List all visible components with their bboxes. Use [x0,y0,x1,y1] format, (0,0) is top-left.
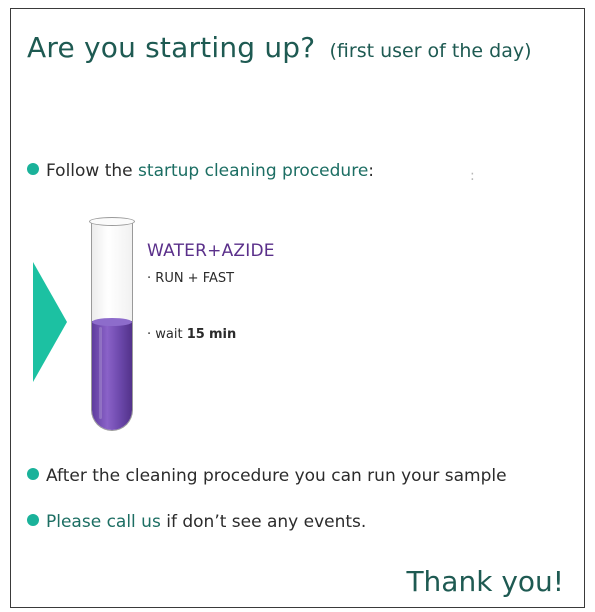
test-tube-icon [91,221,133,431]
run-bullet: · [147,271,152,286]
tube-liquid [92,321,132,430]
bullet-dot-icon [27,514,39,526]
call-us-link[interactable]: Please call us [46,512,161,532]
stray-mark: : [470,168,475,184]
step3-suffix: if don’t see any events. [166,512,367,532]
startup-cleaning-link[interactable]: startup cleaning procedure [138,161,368,181]
thank-you-text: Thank you! [406,565,564,598]
step-call-us: Please call us if don’t see any events. [27,512,366,532]
wait-unit: min [208,327,237,342]
instruction-card: Are you starting up? (first user of the … [10,8,585,608]
run-label: RUN + FAST [155,271,235,286]
play-arrow-icon [33,262,67,382]
title-subtitle: (first user of the day) [329,40,532,62]
step-run-fast: · RUN + FAST [147,271,234,286]
step2-text: After the cleaning procedure you can run… [46,466,507,486]
step1-suffix: : [368,161,375,181]
page-title: Are you starting up? (first user of the … [27,27,532,65]
reagent-label: WATER+AZIDE [147,241,275,261]
step-wait: · wait 15 min [147,327,236,342]
bullet-dot-icon [27,468,39,480]
tube-rim [89,217,135,226]
bullet-dot-icon [27,163,39,175]
wait-prefix: · wait [147,327,183,342]
step1-prefix: Follow the [46,161,133,181]
tube-liquid-surface [92,318,132,326]
step-run-sample: After the cleaning procedure you can run… [27,466,507,486]
wait-value: 15 [186,327,205,342]
tube-highlight [99,327,102,419]
step-startup-cleaning: Follow the startup cleaning procedure: [27,161,374,181]
title-main: Are you starting up? [27,31,316,64]
